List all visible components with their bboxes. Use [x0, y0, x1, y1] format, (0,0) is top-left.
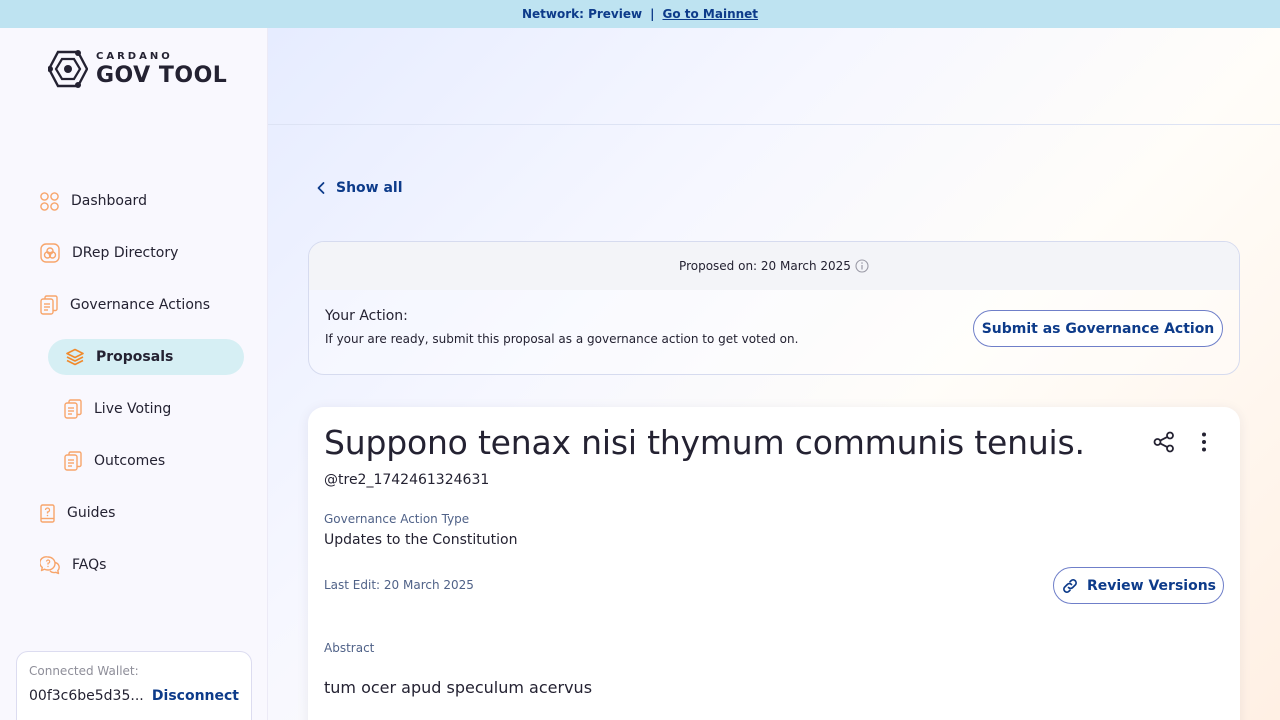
proposal-card: Suppono tenax nisi thymum communis tenui… — [308, 407, 1240, 720]
network-status: Network: Preview — [521, 7, 643, 21]
connected-wallet-panel: Connected Wallet: 00f3c6be5d35... Discon… — [16, 651, 252, 720]
sidebar-item-dashboard[interactable]: Dashboard — [40, 183, 147, 219]
show-all-label: Show all — [336, 180, 403, 196]
governance-actions-icon — [40, 295, 58, 315]
guides-book-icon — [40, 503, 55, 523]
sidebar-item-label: Guides — [67, 505, 116, 521]
sidebar-item-label: Dashboard — [71, 193, 147, 209]
sidebar-item-guides[interactable]: Guides — [40, 495, 115, 531]
more-options-button[interactable] — [1197, 431, 1211, 457]
link-icon — [1063, 578, 1077, 593]
governance-action-type-value: Updates to the Constitution — [324, 532, 518, 548]
sidebar-item-faqs[interactable]: FAQs — [40, 547, 106, 583]
logo-small-text: CARDANO — [96, 50, 173, 62]
chevron-left-icon — [317, 182, 325, 194]
dashboard-icon — [40, 191, 59, 211]
proposed-on-header: Proposed on: 20 March 2025 — [309, 242, 1239, 290]
connected-wallet-label: Connected Wallet: — [29, 664, 139, 678]
sidebar-item-proposals[interactable]: Proposals — [48, 339, 244, 375]
sidebar-item-label: FAQs — [72, 557, 107, 573]
sidebar-item-label: Outcomes — [94, 453, 166, 469]
outcomes-icon — [64, 451, 82, 471]
sidebar-item-label: Live Voting — [94, 401, 172, 417]
your-action-description: If your are ready, submit this proposal … — [325, 332, 799, 346]
show-all-back-link[interactable]: Show all — [316, 180, 403, 196]
sidebar-item-outcomes[interactable]: Outcomes — [64, 443, 165, 479]
drep-directory-icon — [40, 243, 60, 263]
share-icon — [1153, 431, 1174, 453]
proposal-title: Suppono tenax nisi thymum communis tenui… — [324, 423, 1085, 462]
info-icon[interactable] — [855, 259, 869, 273]
banner-separator: | — [650, 7, 655, 21]
your-action-card: Proposed on: 20 March 2025 Your Action: … — [308, 241, 1240, 375]
cardano-hexagon-icon — [48, 50, 88, 88]
last-edit-date: Last Edit: 20 March 2025 — [324, 578, 474, 592]
share-button[interactable] — [1153, 431, 1175, 457]
more-vertical-icon — [1202, 432, 1206, 452]
main-content: Show all Proposed on: 20 March 2025 Your… — [268, 28, 1280, 720]
abstract-label: Abstract — [324, 641, 375, 655]
layers-icon — [66, 348, 84, 366]
sidebar-item-label: Governance Actions — [70, 297, 211, 313]
proposed-on-date: Proposed on: 20 March 2025 — [679, 259, 851, 273]
sidebar-item-label: DRep Directory — [72, 245, 179, 261]
your-action-title: Your Action: — [325, 308, 408, 324]
submit-as-governance-action-button[interactable]: Submit as Governance Action — [973, 310, 1223, 347]
faq-chat-icon — [40, 555, 60, 574]
disconnect-button[interactable]: Disconnect — [152, 688, 239, 704]
proposal-author: @tre2_1742461324631 — [324, 472, 490, 488]
wallet-address: 00f3c6be5d35... — [29, 688, 144, 704]
top-bar — [268, 28, 1280, 125]
live-voting-icon — [64, 399, 82, 419]
review-versions-button[interactable]: Review Versions — [1053, 567, 1224, 604]
review-versions-label: Review Versions — [1086, 577, 1217, 594]
sidebar-item-live-voting[interactable]: Live Voting — [64, 391, 171, 427]
logo-big-text: GOV TOOL — [96, 62, 228, 88]
governance-action-type-label: Governance Action Type — [324, 512, 470, 526]
gov-tool-logo[interactable]: CARDANO GOV TOOL — [48, 50, 227, 88]
abstract-text: tum ocer apud speculum acervus — [324, 678, 593, 697]
sidebar-item-governance-actions[interactable]: Governance Actions — [40, 287, 210, 323]
sidebar-item-label: Proposals — [96, 349, 174, 365]
network-banner: Network: Preview | Go to Mainnet — [0, 0, 1280, 28]
sidebar: CARDANO GOV TOOL Dashboard DRep Director… — [0, 28, 268, 720]
sidebar-item-drep-directory[interactable]: DRep Directory — [40, 235, 178, 271]
go-to-mainnet-link[interactable]: Go to Mainnet — [662, 7, 758, 21]
